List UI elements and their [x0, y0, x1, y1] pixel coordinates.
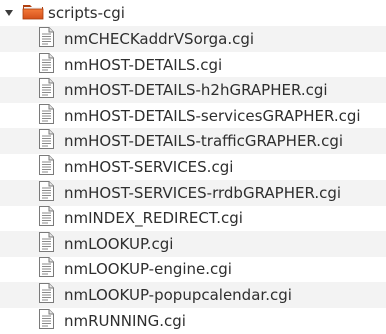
file-row[interactable]: nmINDEX_REDIRECT.cgi — [0, 205, 386, 231]
file-row[interactable]: nmLOOKUP-popupcalendar.cgi — [0, 282, 386, 308]
text-file-icon — [0, 103, 64, 128]
file-row[interactable]: nmHOST-DETAILS-trafficGRAPHER.cgi — [0, 128, 386, 155]
file-label: nmHOST-DETAILS-trafficGRAPHER.cgi — [64, 132, 344, 151]
folder-label: scripts-cgi — [48, 4, 125, 22]
file-row[interactable]: nmLOOKUP.cgi — [0, 230, 386, 257]
text-file-icon — [0, 27, 64, 51]
text-file-icon — [0, 206, 64, 230]
text-file-icon — [0, 180, 64, 205]
text-file-icon — [0, 129, 64, 153]
file-label: nmCHECKaddrVSorga.cgi — [64, 30, 255, 48]
file-row[interactable]: nmHOST-DETAILS.cgi — [0, 52, 386, 78]
file-row[interactable]: nmCHECKaddrVSorga.cgi — [0, 26, 386, 52]
file-label: nmLOOKUP-engine.cgi — [64, 260, 232, 279]
file-label: nmHOST-DETAILS.cgi — [64, 55, 223, 74]
file-label: nmLOOKUP.cgi — [64, 234, 174, 253]
file-row[interactable]: nmRUNNING.cgi — [0, 308, 386, 334]
text-file-icon — [0, 155, 64, 179]
file-label: nmHOST-DETAILS-h2hGRAPHER.cgi — [64, 81, 328, 100]
file-row[interactable]: nmHOST-DETAILS-servicesGRAPHER.cgi — [0, 103, 386, 129]
file-row[interactable]: nmHOST-SERVICES.cgi — [0, 154, 386, 180]
file-label: nmLOOKUP-popupcalendar.cgi — [64, 286, 292, 304]
text-file-icon — [0, 308, 64, 333]
folder-icon — [22, 2, 48, 24]
file-row[interactable]: nmHOST-DETAILS-h2hGRAPHER.cgi — [0, 77, 386, 104]
file-label: nmHOST-SERVICES.cgi — [64, 158, 234, 176]
file-label: nmINDEX_REDIRECT.cgi — [64, 209, 243, 228]
text-file-icon — [0, 231, 64, 256]
text-file-icon — [0, 78, 64, 102]
file-tree: scripts-cgi nmCHECKaddrVSorga.cgi nmHOST… — [0, 0, 386, 334]
text-file-icon — [0, 257, 64, 281]
text-file-icon — [0, 283, 64, 307]
file-label: nmHOST-DETAILS-servicesGRAPHER.cgi — [64, 106, 361, 125]
folder-row-scripts-cgi[interactable]: scripts-cgi — [0, 0, 386, 26]
file-row[interactable]: nmLOOKUP-engine.cgi — [0, 256, 386, 282]
text-file-icon — [0, 52, 64, 77]
file-label: nmHOST-SERVICES-rrdbGRAPHER.cgi — [64, 183, 342, 202]
file-label: nmRUNNING.cgi — [64, 311, 186, 330]
expander-arrow-icon[interactable] — [4, 8, 14, 18]
file-row[interactable]: nmHOST-SERVICES-rrdbGRAPHER.cgi — [0, 179, 386, 206]
